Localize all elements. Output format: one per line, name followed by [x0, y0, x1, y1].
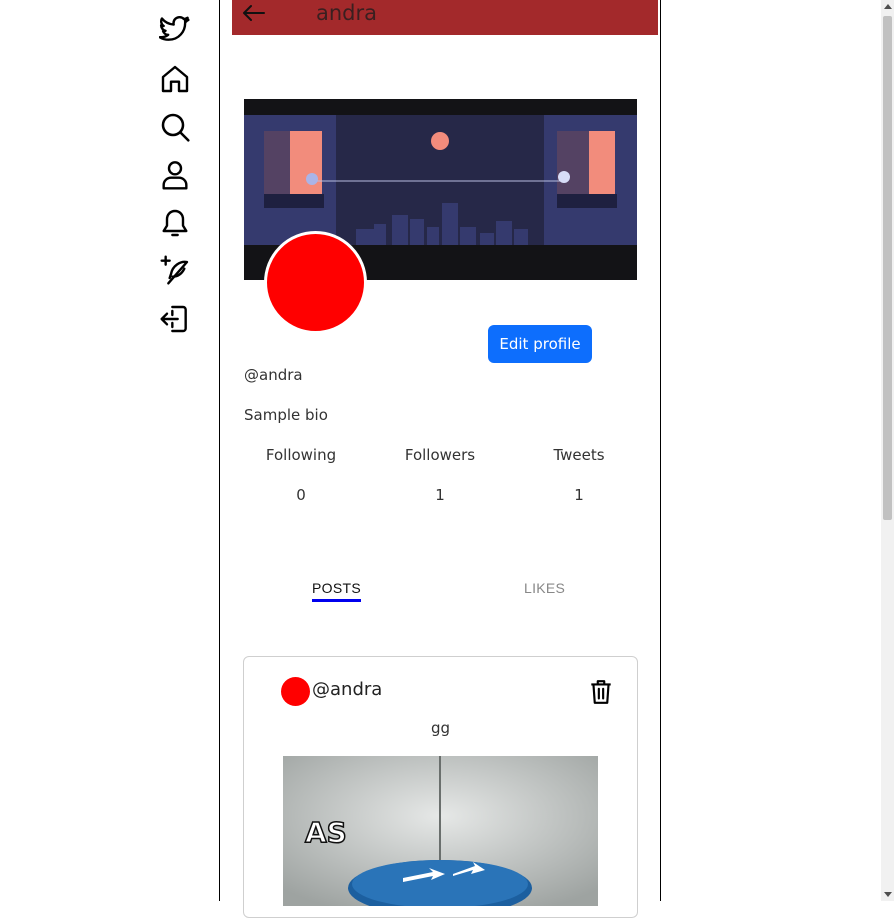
post-image-caption: AS [304, 815, 347, 850]
home-icon[interactable] [158, 62, 192, 96]
post-text: gg [431, 719, 451, 737]
scroll-down-arrow-icon[interactable] [884, 892, 892, 897]
arrow-left-icon[interactable] [240, 0, 268, 28]
column-border-left [219, 0, 220, 901]
trash-icon[interactable] [588, 678, 614, 706]
profile-bio: Sample bio [244, 406, 328, 424]
tab-likes[interactable]: LIKES [524, 580, 565, 596]
tweets-count: 1 [574, 486, 584, 504]
header-title: andra [316, 1, 378, 25]
following-label[interactable]: Following [241, 446, 361, 464]
scroll-up-arrow-icon[interactable] [884, 4, 892, 9]
tab-posts[interactable]: POSTS [312, 580, 361, 602]
profile-header-bar [232, 0, 658, 35]
edit-profile-button[interactable]: Edit profile [488, 325, 592, 363]
post-handle[interactable]: @andra [312, 679, 382, 700]
avatar[interactable] [264, 231, 367, 334]
compose-feather-icon[interactable] [158, 253, 192, 287]
bird-logo-icon[interactable] [158, 13, 192, 47]
search-icon[interactable] [158, 110, 192, 144]
profile-handle: @andra [244, 366, 303, 384]
logout-icon[interactable] [158, 302, 192, 336]
column-border-right [660, 0, 661, 901]
following-count: 0 [296, 486, 306, 504]
followers-count: 1 [435, 486, 445, 504]
profile-icon[interactable] [158, 158, 192, 192]
bell-icon[interactable] [158, 206, 192, 240]
followers-label[interactable]: Followers [380, 446, 500, 464]
post-avatar[interactable] [281, 677, 310, 706]
tweets-label: Tweets [553, 446, 605, 464]
scrollbar-thumb[interactable] [883, 16, 892, 520]
